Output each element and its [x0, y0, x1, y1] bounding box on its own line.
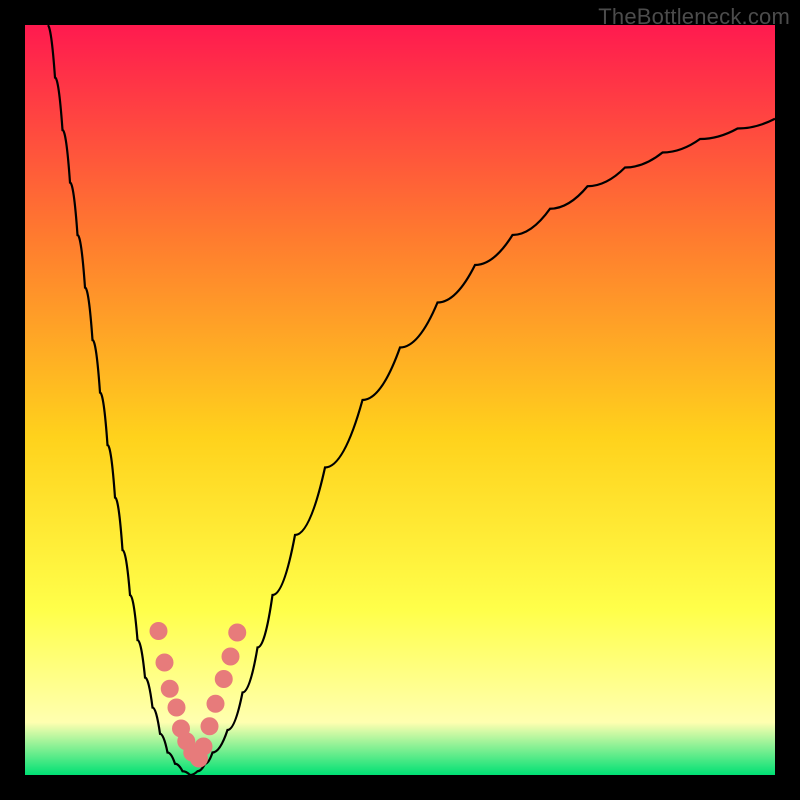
- chart-container: TheBottleneck.com: [0, 0, 800, 800]
- curve-marker: [161, 680, 179, 698]
- curve-marker: [168, 699, 186, 717]
- gradient-background: [25, 25, 775, 775]
- bottleneck-chart: [25, 25, 775, 775]
- curve-marker: [222, 648, 240, 666]
- curve-marker: [156, 654, 174, 672]
- watermark-text: TheBottleneck.com: [598, 4, 790, 30]
- curve-marker: [215, 670, 233, 688]
- plot-area: [25, 25, 775, 775]
- curve-marker: [228, 624, 246, 642]
- curve-marker: [201, 717, 219, 735]
- curve-marker: [195, 738, 213, 756]
- curve-marker: [207, 695, 225, 713]
- curve-marker: [150, 622, 168, 640]
